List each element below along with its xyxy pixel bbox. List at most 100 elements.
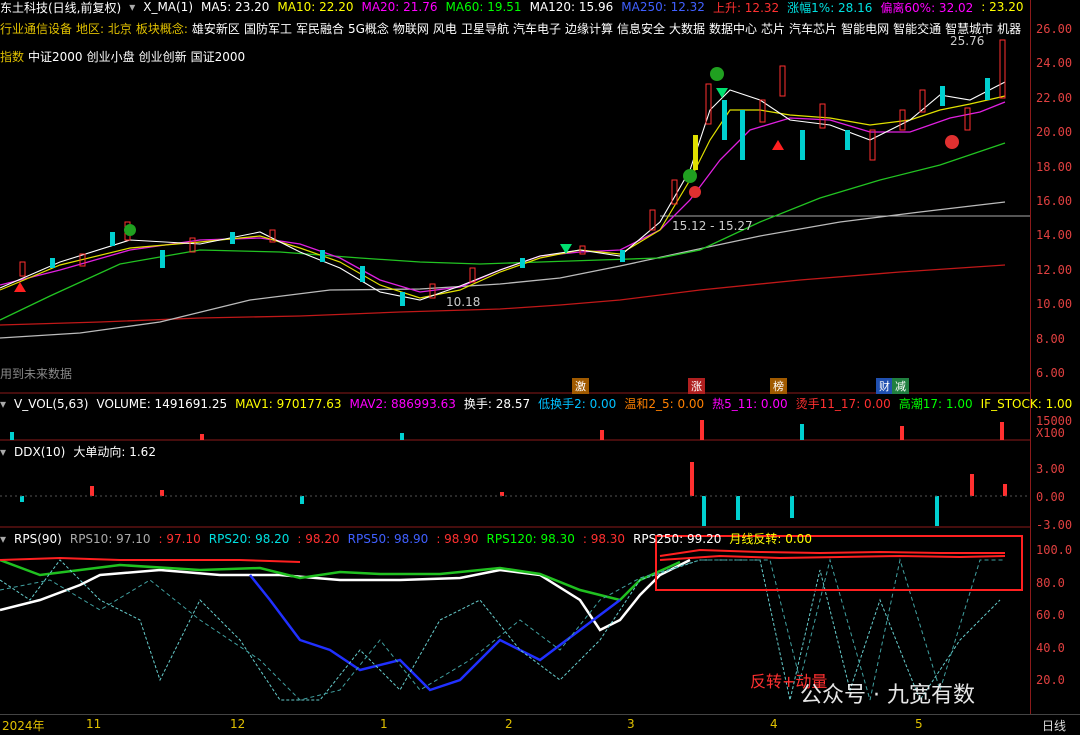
event-tag[interactable]: 涨: [688, 378, 705, 394]
price-tick: 8.00: [1036, 331, 1065, 346]
watermark: 公众号 · 九宽有数: [800, 683, 975, 708]
rps-value: RPS250: 99.20: [633, 531, 722, 546]
index-tag[interactable]: 中证2000: [28, 48, 83, 65]
low-price-label: 10.18: [446, 295, 481, 309]
volume-value: 换手: 28.57: [463, 397, 531, 411]
ma-value: MA120: 15.96: [529, 0, 614, 14]
concept-tag[interactable]: 物联网: [393, 20, 429, 37]
concept-tag[interactable]: 卫星导航: [461, 20, 509, 37]
rps-red-band: [0, 548, 1006, 563]
ddx-indicator-label[interactable]: DDX(10): [14, 445, 65, 459]
signal-marker: [710, 67, 724, 81]
ma-value: 涨幅1%: 28.16: [787, 0, 873, 15]
chevron-down-icon[interactable]: ▾: [0, 397, 6, 411]
main-chart[interactable]: [0, 0, 1030, 716]
concept-tag[interactable]: 信息安全: [617, 20, 665, 37]
price-tick: 24.00: [1036, 56, 1073, 71]
concept-prefix: 板块概念:: [135, 22, 188, 36]
concept-tag[interactable]: 军民融合: [296, 20, 344, 37]
industry-label[interactable]: 行业通信设备: [0, 20, 72, 37]
period-label[interactable]: 日线: [1042, 717, 1066, 734]
ddx-tick: -3.00: [1036, 518, 1073, 532]
concept-tag[interactable]: 机器: [997, 20, 1021, 37]
ma-value: MA10: 22.20: [277, 0, 354, 14]
concept-list: 雄安新区 国防军工 军民融合 5G概念 物联网 风电 卫星导航 汽车电子 边缘计算 信息安全 大数据…: [192, 20, 1021, 37]
concept-tag[interactable]: 数据中心: [709, 20, 757, 37]
rps-tick: 60.0: [1036, 608, 1065, 622]
volume-header: ▾ V_VOL(5,63) VOLUME: 1491691.25 MAV1: 97…: [0, 395, 1072, 412]
buy-triangle-marker: [772, 140, 784, 150]
price-tick: 14.00: [1036, 228, 1073, 243]
ma-indicator-label[interactable]: X_MA(1): [143, 0, 193, 14]
concept-tag[interactable]: 智能电网: [841, 20, 889, 37]
date-tick: 1: [380, 717, 388, 731]
ma-value: MA60: 19.51: [445, 0, 522, 14]
rps-value: 月线反转: 0.00: [729, 532, 812, 546]
signal-marker: [683, 169, 697, 183]
date-tick: 2: [505, 717, 513, 731]
rps-value: : 97.10: [158, 531, 201, 546]
volume-value: 低换手2: 0.00: [538, 397, 617, 411]
signal-marker: [945, 135, 959, 149]
rps-indicator-label[interactable]: RPS(90): [14, 532, 62, 546]
rps-value: : 98.30: [582, 531, 626, 546]
price-tick: 20.00: [1036, 125, 1073, 140]
sector-row: 行业通信设备 地区: 北京 板块概念: 雄安新区 国防军工 军民融合 5G概念 物联网风…: [0, 20, 1021, 37]
ma5-line: [0, 81, 1006, 301]
volume-value: VOLUME: 1491691.25: [96, 396, 228, 411]
index-list: 中证2000 创业小盘 创业创新 国证2000: [28, 48, 245, 65]
index-tag[interactable]: 创业小盘: [87, 48, 135, 65]
volume-unit-label: X100: [1036, 426, 1065, 440]
date-tick: 4: [770, 717, 778, 731]
rps-tick: 40.0: [1036, 640, 1065, 655]
volume-value: 高潮17: 1.00: [898, 397, 973, 411]
price-tick: 6.00: [1036, 366, 1065, 380]
concept-tag[interactable]: 雄安新区: [192, 20, 240, 37]
concept-tag[interactable]: 汽车芯片: [789, 20, 837, 37]
chevron-down-icon[interactable]: ▾: [0, 532, 6, 546]
ma-value: : 23.20: [981, 0, 1024, 14]
event-tag[interactable]: 减: [892, 378, 909, 394]
ma-values: MA5: 23.20 MA10: 22.20 MA20: 21.76 MA60: 19…: [201, 0, 1024, 16]
ma-value: MA20: 21.76: [361, 0, 438, 14]
volume-value: IF_STOCK: 1.00: [980, 396, 1073, 411]
ma-value: MA250: 12.32: [621, 0, 705, 14]
concept-tag[interactable]: 边缘计算: [565, 20, 613, 37]
date-tick: 11: [86, 717, 102, 731]
rps-tick: 80.0: [1036, 575, 1065, 590]
stock-title[interactable]: 东土科技(日线,前复权): [0, 0, 121, 16]
concept-tag[interactable]: 大数据: [669, 20, 705, 37]
rps50-line: [249, 574, 621, 692]
index-row: 指数 中证2000 创业小盘 创业创新 国证2000: [0, 48, 245, 65]
signal-marker: [124, 224, 136, 236]
concept-tag[interactable]: 芯片: [761, 20, 785, 37]
concept-tag[interactable]: 汽车电子: [513, 20, 561, 37]
high-price-label: 25.76: [950, 34, 985, 48]
volume-indicator-label[interactable]: V_VOL(5,63): [14, 397, 88, 411]
volume-value: 热5_11: 0.00: [712, 397, 788, 411]
sell-triangle-marker: [716, 88, 728, 98]
rps-value: RPS50: 98.90: [347, 531, 429, 546]
price-tick: 16.00: [1036, 194, 1073, 208]
region-label[interactable]: 地区: 北京: [76, 20, 132, 37]
volume-values: VOLUME: 1491691.25 MAV1: 970177.63 MAV2: 8…: [96, 395, 1072, 412]
rps-value: RPS20: 98.20: [208, 531, 290, 546]
concept-tag[interactable]: 智能交通: [893, 20, 941, 37]
concept-tag[interactable]: 5G概念: [348, 20, 389, 37]
rps-tick: 100.0: [1036, 543, 1073, 557]
rps-value: RPS120: 98.30: [486, 531, 575, 546]
chevron-down-icon[interactable]: ▾: [129, 0, 135, 14]
event-tag[interactable]: 激: [572, 378, 589, 394]
ma-value: MA5: 23.20: [201, 0, 270, 14]
rps-value: : 98.20: [297, 531, 340, 546]
ddx-bars: [20, 462, 1007, 526]
concept-tag[interactable]: 风电: [433, 20, 457, 37]
event-tag[interactable]: 财: [876, 378, 893, 394]
event-tag[interactable]: 榜: [770, 378, 787, 394]
chevron-down-icon[interactable]: ▾: [0, 445, 6, 459]
index-tag[interactable]: 创业创新: [139, 48, 187, 65]
ma250-line: [0, 264, 1006, 326]
index-tag[interactable]: 国证2000: [191, 48, 246, 65]
date-tick: 2024年: [2, 719, 45, 733]
concept-tag[interactable]: 国防军工: [244, 20, 292, 37]
